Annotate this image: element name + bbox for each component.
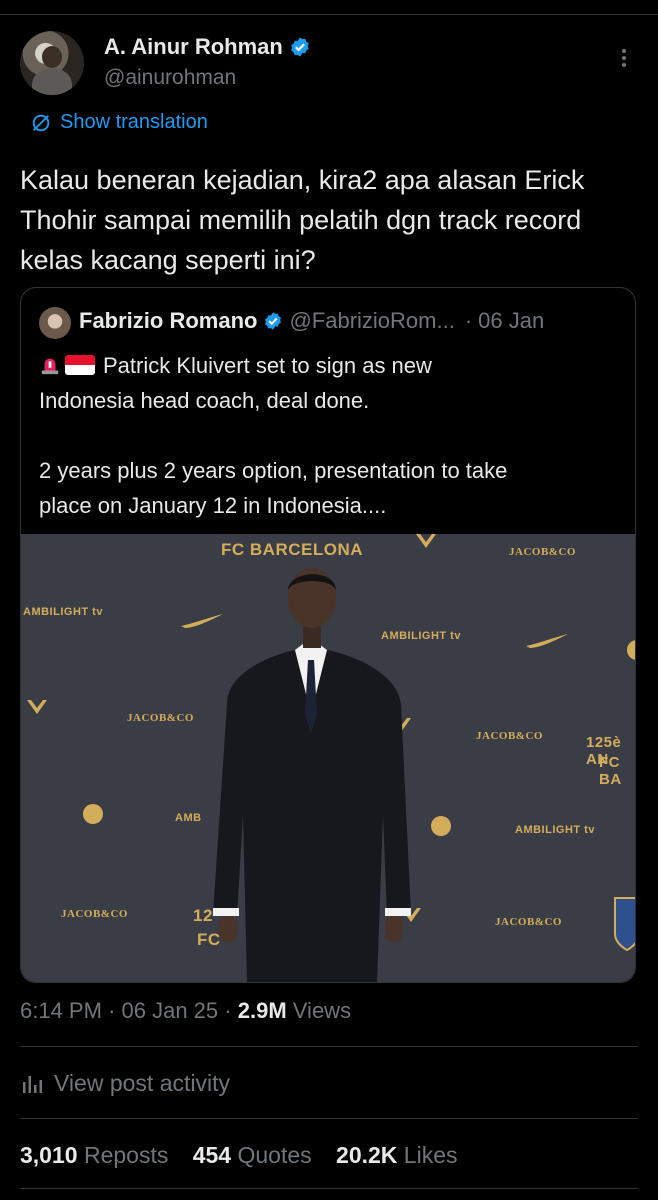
likes-stat[interactable]: 20.2K Likes: [336, 1142, 457, 1168]
author-handle[interactable]: @ainurohman: [104, 66, 236, 90]
wall-text-ambilight-1: AMBILIGHT tv: [23, 606, 103, 618]
cupra-logo-icon: [416, 534, 436, 548]
wall-text-ambilight-3: AMBILIGHT tv: [515, 824, 595, 836]
author-avatar[interactable]: [20, 31, 84, 95]
views-label: Views: [292, 998, 352, 1023]
post-time[interactable]: 6:14 PM: [20, 998, 102, 1023]
show-translation-link[interactable]: Show translation: [30, 111, 208, 134]
reposts-stat[interactable]: 3,010 Reposts: [20, 1142, 168, 1168]
quoted-text-line-1: Patrick Kluivert set to sign as new: [103, 353, 432, 378]
separator-dot: ·: [224, 998, 238, 1023]
wall-text-fc-barcelona: FC BARCELONA: [221, 540, 363, 559]
quoted-text-line-3: 2 years plus 2 years option, presentatio…: [39, 458, 508, 483]
wall-text-jacob-3: JACOB&CO: [476, 730, 543, 742]
quoted-post-photo[interactable]: FC BARCELONA JACOB&CO AMBILIGHT tv AMBIL…: [21, 534, 635, 982]
spotify-logo-icon: [83, 804, 103, 824]
reposts-count: 3,010: [20, 1142, 78, 1168]
quoted-author-name[interactable]: Fabrizio Romano: [79, 308, 257, 334]
divider: [20, 1118, 638, 1119]
quoted-text-line-4: place on January 12 in Indonesia....: [39, 493, 387, 518]
views-count: 2.9M: [237, 998, 287, 1023]
view-post-activity-label: View post activity: [54, 1070, 230, 1096]
likes-count: 20.2K: [336, 1142, 398, 1168]
divider: [20, 1188, 638, 1189]
spotify-logo-icon: [431, 816, 451, 836]
quoted-post-date[interactable]: 06 Jan: [478, 308, 544, 334]
club-crest-icon: [614, 897, 635, 952]
divider: [20, 1046, 638, 1047]
show-translation-label: Show translation: [60, 111, 208, 133]
quoted-verified-badge-icon: [265, 312, 282, 330]
wall-text-jacob-2: JACOB&CO: [127, 712, 194, 724]
separator-dot: ·: [108, 998, 122, 1023]
reposts-label: Reposts: [83, 1142, 169, 1168]
more-options-icon[interactable]: [614, 46, 634, 72]
verified-badge-icon: [291, 37, 309, 57]
spotify-logo-icon: [627, 640, 635, 660]
quoted-post[interactable]: Fabrizio Romano @FabrizioRom... · 06 Jan…: [20, 287, 636, 983]
wall-text-jacob-1: JACOB&CO: [509, 546, 576, 558]
wall-text-jacob-5: JACOB&CO: [495, 916, 562, 928]
author-display-name[interactable]: A. Ainur Rohman: [104, 34, 283, 60]
wall-text-fc-ba: FC BA: [599, 754, 622, 788]
quotes-label: Quotes: [237, 1142, 312, 1168]
post-metadata: 6:14 PM · 06 Jan 25 · 2.9M Views: [20, 998, 351, 1024]
quoted-author-handle[interactable]: @FabrizioRom...: [289, 308, 454, 334]
engagement-stats: 3,010 Reposts 454 Quotes 20.2K Likes: [20, 1142, 458, 1169]
top-divider: [0, 14, 658, 15]
wall-text-jacob-4: JACOB&CO: [61, 908, 128, 920]
indonesia-flag-emoji: [65, 355, 95, 375]
swoosh-logo-icon: [526, 634, 568, 648]
separator-dot: ·: [464, 308, 473, 333]
post-date[interactable]: 06 Jan 25: [122, 998, 219, 1023]
quoted-text-line-2: Indonesia head coach, deal done.: [39, 388, 370, 413]
quoted-author-avatar[interactable]: [39, 307, 71, 339]
translate-icon: [32, 114, 50, 131]
quotes-count: 454: [192, 1142, 232, 1168]
siren-emoji: [41, 358, 59, 375]
view-post-activity-link[interactable]: View post activity: [22, 1070, 230, 1097]
person-in-suit: [213, 568, 411, 982]
quotes-stat[interactable]: 454 Quotes: [193, 1142, 312, 1168]
quoted-post-text: Patrick Kluivert set to sign as new Indo…: [39, 348, 629, 523]
cupra-logo-icon: [27, 700, 47, 714]
likes-label: Likes: [403, 1142, 458, 1168]
post-text: Kalau beneran kejadian, kira2 apa alasan…: [20, 165, 585, 275]
analytics-icon: [23, 1075, 42, 1093]
quoted-post-header: Fabrizio Romano @FabrizioRom... · 06 Jan: [79, 308, 544, 334]
wall-text-amb: AMB: [175, 812, 202, 824]
author-name-row[interactable]: A. Ainur Rohman: [104, 34, 311, 60]
